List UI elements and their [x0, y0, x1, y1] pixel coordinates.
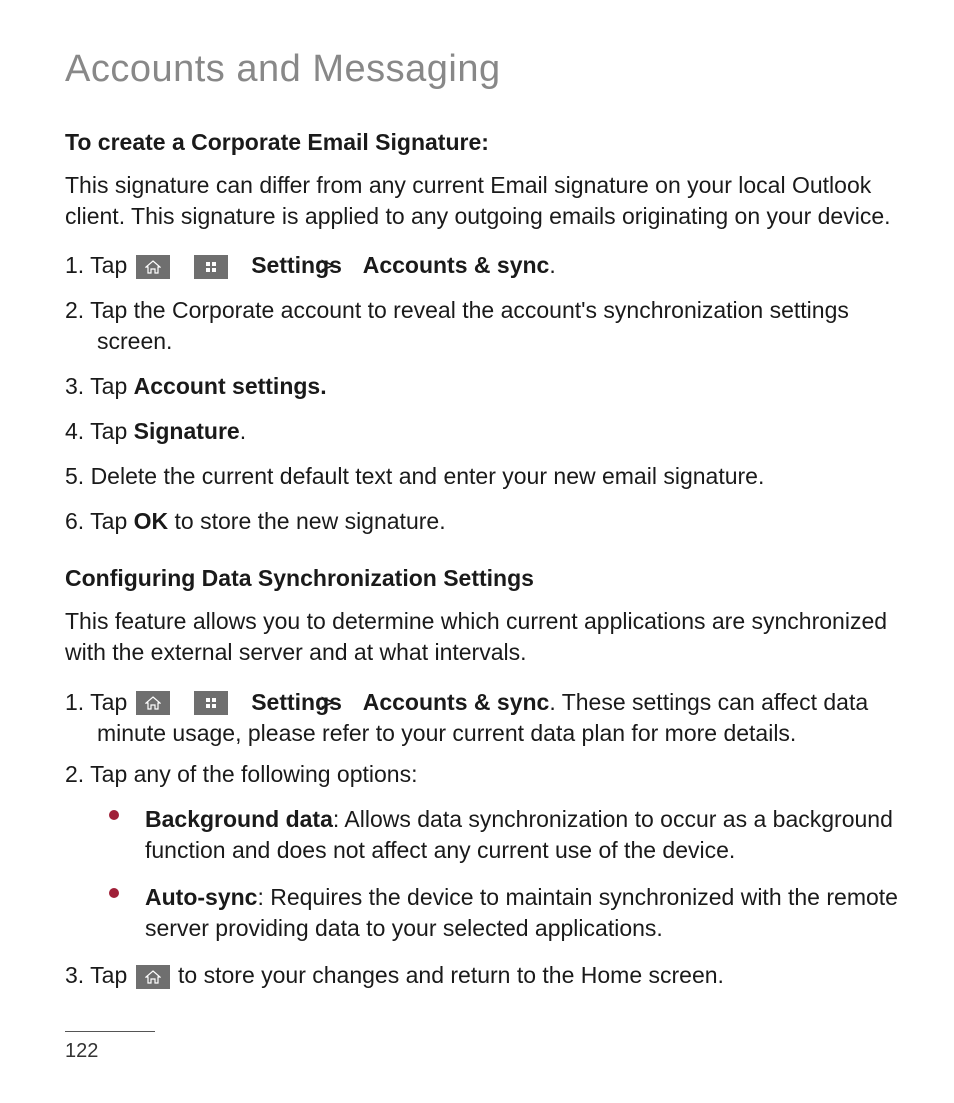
manual-page: Accounts and Messaging To create a Corpo… — [0, 0, 954, 1103]
section1-step3: 3. Tap Account settings. — [65, 371, 899, 402]
step-text: 1. Tap — [65, 689, 134, 715]
separator: > — [237, 687, 245, 718]
separator: > — [237, 250, 245, 281]
apps-icon — [194, 691, 228, 715]
step-text: 3. Tap — [65, 962, 134, 988]
step-end: to store the new signature. — [168, 508, 445, 534]
page-footer: 122 — [65, 1031, 899, 1063]
bullet-item: Background data: Allows data synchroniza… — [65, 804, 899, 866]
section2-step2: 2. Tap any of the following options: — [65, 759, 899, 790]
section1-step2: 2. Tap the Corporate account to reveal t… — [65, 295, 899, 357]
step-text: 3. Tap — [65, 373, 134, 399]
home-icon — [136, 965, 170, 989]
page-title: Accounts and Messaging — [65, 48, 899, 91]
account-settings-label: Account settings. — [134, 373, 327, 399]
page-number: 122 — [65, 1040, 98, 1062]
separator: > — [348, 687, 356, 718]
auto-sync-label: Auto-sync — [145, 884, 257, 910]
step-end: . — [549, 252, 555, 278]
page-number-rule — [65, 1031, 155, 1032]
apps-icon — [194, 255, 228, 279]
section2-heading: Configuring Data Synchronization Setting… — [65, 565, 899, 592]
signature-label: Signature — [134, 418, 240, 444]
bullet-item: Auto-sync: Requires the device to mainta… — [65, 882, 899, 944]
step-text: 6. Tap — [65, 508, 134, 534]
step-continuation: minute usage, please refer to your curre… — [65, 718, 899, 749]
step-end: to store your changes and return to the … — [178, 962, 724, 988]
section2-step1: 1. Tap > > Settings > Accounts & sync. T… — [65, 687, 899, 749]
ok-label: OK — [134, 508, 169, 534]
section1-step6: 6. Tap OK to store the new signature. — [65, 506, 899, 537]
section1-step5: 5. Delete the current default text and e… — [65, 461, 899, 492]
step-post: . These settings can affect data — [549, 689, 868, 715]
section1-step1: 1. Tap > > Settings > Accounts & sync. — [65, 250, 899, 281]
section1-intro: This signature can differ from any curre… — [65, 170, 899, 232]
section1-heading: To create a Corporate Email Signature: — [65, 129, 899, 156]
step-text: 1. Tap — [65, 252, 134, 278]
step-end: . — [240, 418, 246, 444]
bullet-dot-icon — [109, 888, 119, 898]
step-text: 4. Tap — [65, 418, 134, 444]
accounts-sync-label: Accounts & sync — [363, 252, 550, 278]
accounts-sync-label: Accounts & sync — [363, 689, 550, 715]
section1-step4: 4. Tap Signature. — [65, 416, 899, 447]
background-data-label: Background data — [145, 806, 333, 832]
separator: > — [178, 687, 186, 718]
section2-step3: 3. Tap to store your changes and return … — [65, 960, 899, 991]
separator: > — [178, 250, 186, 281]
separator: > — [348, 250, 356, 281]
home-icon — [136, 255, 170, 279]
home-icon — [136, 691, 170, 715]
bullet-text: : Requires the device to maintain synchr… — [145, 884, 898, 941]
section2-intro: This feature allows you to determine whi… — [65, 606, 899, 668]
bullet-dot-icon — [109, 810, 119, 820]
